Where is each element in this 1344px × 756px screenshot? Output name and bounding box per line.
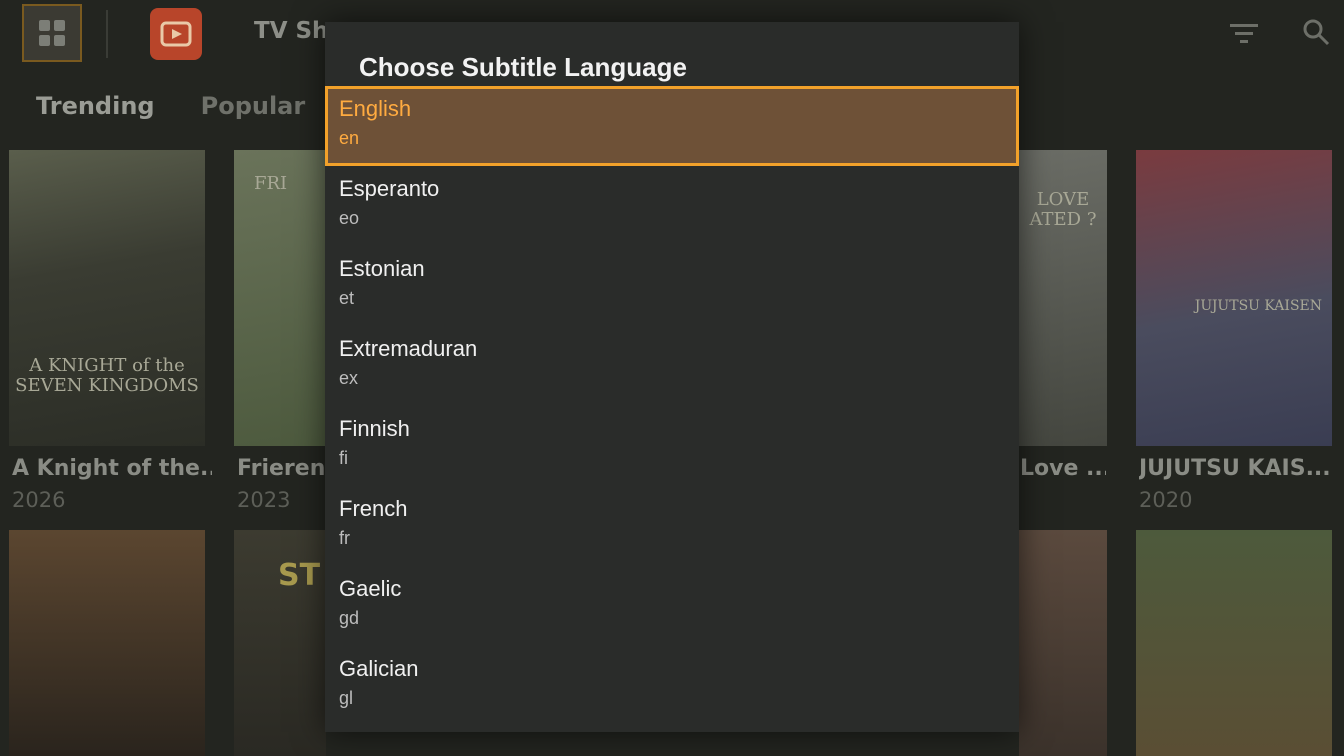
topbar-divider bbox=[106, 10, 108, 58]
app-title: TV Sh bbox=[254, 18, 329, 44]
language-option-finnish[interactable]: Finnish fi bbox=[325, 406, 1019, 486]
language-option-gaelic[interactable]: Gaelic gd bbox=[325, 566, 1019, 646]
language-name: English bbox=[339, 96, 412, 121]
poster-title-art: LOVE ATED ? bbox=[1029, 189, 1097, 230]
card-year: 2026 bbox=[12, 488, 66, 512]
card-year: 2020 bbox=[1139, 488, 1193, 512]
language-code: fi bbox=[339, 448, 348, 468]
language-option-estonian[interactable]: Estonian et bbox=[325, 246, 1019, 326]
language-option-extremaduran[interactable]: Extremaduran ex bbox=[325, 326, 1019, 406]
poster-card[interactable]: LOVE ATED ? bbox=[1019, 150, 1107, 446]
poster-card[interactable]: FRI bbox=[234, 150, 326, 446]
grid-icon bbox=[39, 20, 65, 46]
language-name: Gaelic bbox=[339, 576, 402, 601]
dialog-title: Choose Subtitle Language bbox=[359, 52, 687, 82]
language-code: en bbox=[339, 128, 360, 148]
poster-card[interactable]: ST bbox=[234, 530, 326, 756]
language-option-english[interactable]: English en bbox=[325, 86, 1019, 166]
app-logo-icon[interactable] bbox=[150, 8, 202, 60]
language-list: English en Esperanto eo Estonian et Extr… bbox=[325, 86, 1019, 726]
language-code: gl bbox=[339, 688, 354, 708]
card-title: JUJUTSU KAIS... bbox=[1139, 456, 1329, 481]
poster-title-art: FRI bbox=[254, 173, 288, 194]
language-code: et bbox=[339, 288, 355, 308]
language-name: Galician bbox=[339, 656, 419, 681]
poster-title-art: JUJUTSU KAISEN bbox=[1194, 298, 1322, 314]
category-tabs: Trending Popular T bbox=[36, 92, 368, 120]
poster-card[interactable] bbox=[9, 530, 205, 756]
poster-card[interactable] bbox=[1136, 530, 1332, 756]
tab-popular[interactable]: Popular bbox=[201, 92, 306, 120]
language-code: ex bbox=[339, 368, 359, 388]
language-option-esperanto[interactable]: Esperanto eo bbox=[325, 166, 1019, 246]
filter-icon[interactable] bbox=[1230, 22, 1258, 44]
poster-title-art: ST bbox=[278, 558, 321, 593]
language-name: Extremaduran bbox=[339, 336, 478, 361]
language-name: Estonian bbox=[339, 256, 425, 281]
poster-title-art: A KNIGHT of the SEVEN KINGDOMS bbox=[15, 355, 199, 396]
card-title: A Knight of the... bbox=[12, 456, 212, 481]
search-icon[interactable] bbox=[1302, 18, 1330, 46]
language-code: gd bbox=[339, 608, 360, 628]
language-name: French bbox=[339, 496, 408, 521]
poster-card[interactable]: A KNIGHT of the SEVEN KINGDOMS bbox=[9, 150, 205, 446]
card-title: Frieren: bbox=[237, 456, 325, 481]
language-option-french[interactable]: French fr bbox=[325, 486, 1019, 566]
language-code: eo bbox=[339, 208, 360, 228]
card-title: Love ... bbox=[1020, 456, 1106, 481]
language-code: fr bbox=[339, 528, 350, 548]
language-name: Finnish bbox=[339, 416, 410, 441]
language-option-galician[interactable]: Galician gl bbox=[325, 646, 1019, 726]
card-year: 2023 bbox=[237, 488, 291, 512]
poster-card[interactable]: JUJUTSU KAISEN bbox=[1136, 150, 1332, 446]
language-name: Esperanto bbox=[339, 176, 440, 201]
subtitle-language-dialog: Choose Subtitle Language English en Espe… bbox=[325, 22, 1019, 732]
poster-card[interactable] bbox=[1019, 530, 1107, 756]
grid-menu-button[interactable] bbox=[22, 4, 82, 62]
tab-trending[interactable]: Trending bbox=[36, 92, 155, 120]
